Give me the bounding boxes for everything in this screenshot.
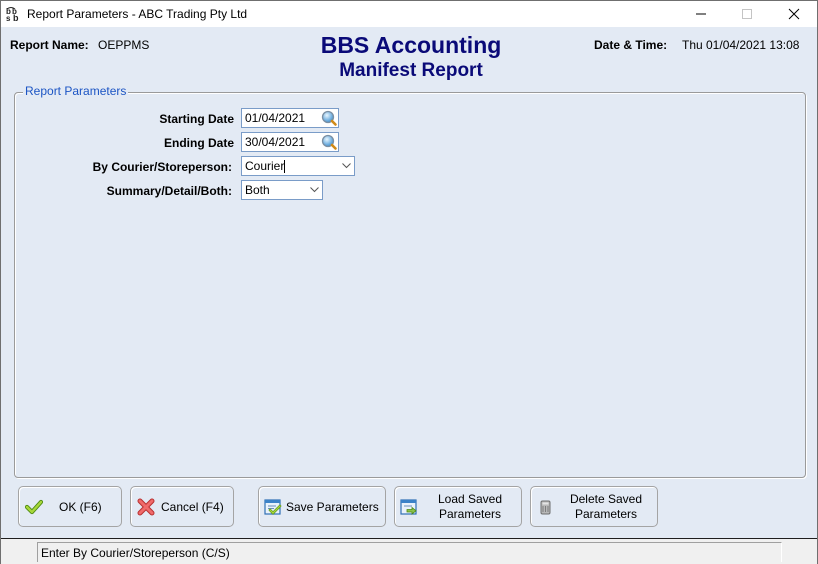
delete-saved-parameters-button[interactable]: Delete Saved Parameters (530, 486, 658, 527)
summary-detail-both-label: Summary/Detail/Both: (106, 184, 232, 198)
checkmark-icon (25, 499, 43, 515)
cancel-button[interactable]: Cancel (F4) (130, 486, 234, 527)
courier-storeperson-combo[interactable]: Courier (241, 156, 355, 176)
chevron-down-icon (309, 187, 319, 193)
delete-saved-label-line2: Parameters (574, 507, 638, 521)
delete-saved-label-line1: Delete Saved (569, 492, 643, 506)
ending-date-input[interactable]: 30/04/2021 (241, 132, 339, 152)
status-bar: Enter By Courier/Storeperson (C/S) (1, 538, 817, 564)
minimize-icon (696, 13, 706, 15)
ok-button[interactable]: OK (F6) (18, 486, 122, 527)
load-form-icon (400, 499, 417, 515)
report-parameters-window: b b s b Report Parameters - ABC Trading … (0, 0, 818, 564)
trash-bin-icon (540, 500, 551, 515)
starting-date-input[interactable]: 01/04/2021 (241, 108, 339, 128)
close-icon (788, 8, 800, 20)
save-parameters-button[interactable]: Save Parameters (258, 486, 386, 527)
ending-date-label: Ending Date (163, 136, 234, 150)
text-caret (284, 160, 286, 174)
save-form-icon (264, 499, 282, 515)
summary-dropdown-button[interactable] (307, 181, 321, 199)
summary-detail-both-combo[interactable]: Both (241, 180, 323, 200)
title-bar[interactable]: b b s b Report Parameters - ABC Trading … (1, 1, 817, 27)
ok-button-label: OK (F6) (59, 500, 102, 514)
starting-date-label: Starting Date (159, 112, 234, 126)
bbs-logo-icon: b b s b (6, 7, 19, 22)
magnifier-icon[interactable] (320, 109, 338, 127)
load-saved-parameters-button[interactable]: Load Saved Parameters (394, 486, 522, 527)
save-parameters-label: Save Parameters (286, 500, 379, 514)
report-title: Manifest Report (339, 60, 483, 81)
load-saved-label-line2: Parameters (438, 507, 502, 521)
report-name-value: OEPPMS (98, 38, 150, 52)
courier-dropdown-button[interactable] (339, 157, 353, 175)
maximize-icon (742, 9, 752, 19)
minimize-button[interactable] (678, 1, 724, 27)
datetime-value: Thu 01/04/2021 13:08 (682, 38, 800, 52)
chevron-down-icon (341, 163, 351, 169)
svg-text:s: s (6, 14, 11, 22)
load-saved-label-line1: Load Saved (437, 492, 503, 506)
courier-storeperson-label: By Courier/Storeperson: (92, 160, 232, 174)
report-name-label: Report Name: (10, 38, 89, 52)
magnifier-icon[interactable] (320, 133, 338, 151)
status-message: Enter By Courier/Storeperson (C/S) (37, 542, 782, 562)
cancel-button-label: Cancel (F4) (161, 500, 224, 514)
cross-icon (137, 498, 155, 516)
courier-storeperson-value: Courier (245, 158, 285, 173)
report-heading: BBS Accounting Manifest Report (251, 32, 571, 83)
maximize-button[interactable] (724, 1, 770, 27)
group-title: Report Parameters (23, 84, 129, 98)
svg-text:b: b (13, 13, 19, 22)
brand-title: BBS Accounting (320, 32, 502, 58)
window-title: Report Parameters - ABC Trading Pty Ltd (27, 7, 248, 21)
close-button[interactable] (771, 1, 817, 27)
datetime-label: Date & Time: (594, 38, 668, 52)
